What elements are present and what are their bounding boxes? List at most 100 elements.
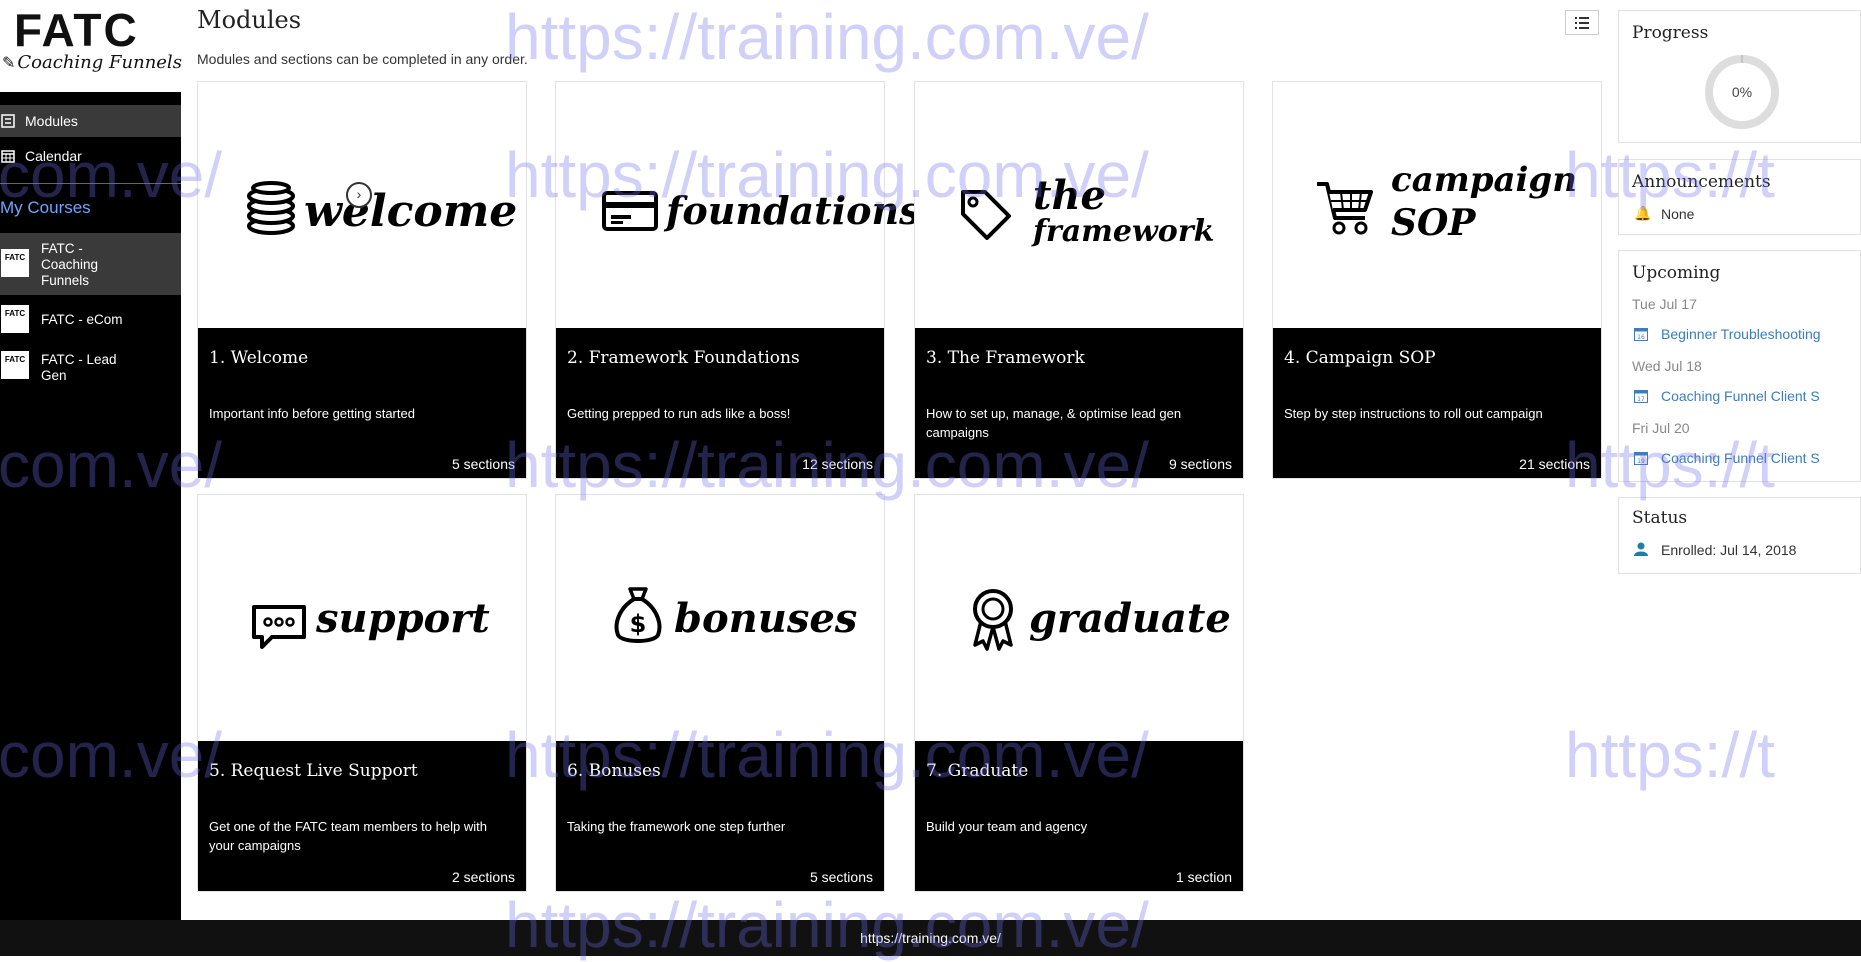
- module-card-graduate[interactable]: graduate 7. Graduate Build your team and…: [914, 494, 1244, 892]
- module-section-count: 21 sections: [1519, 456, 1590, 472]
- course-thumbnail: FATC: [1, 305, 29, 333]
- status-panel: Status Enrolled: Jul 14, 2018: [1618, 497, 1861, 574]
- pencil-icon: ✎: [2, 53, 16, 72]
- logo-subtitle-text: Coaching Funnels: [17, 52, 182, 73]
- user-icon: [1634, 542, 1648, 556]
- logo-wordmark: FATC: [14, 4, 139, 56]
- course-thumbnail: FATC: [1, 351, 29, 379]
- sidebar: FATC ✎ Coaching Funnels Modules Calendar …: [0, 0, 182, 920]
- sidebar-item-calendar[interactable]: Calendar: [0, 140, 181, 172]
- course-label: FATC - eCom: [41, 312, 123, 327]
- module-title: 2. Framework Foundations: [567, 348, 800, 368]
- module-section-count: 9 sections: [1168, 456, 1232, 472]
- module-banner: foundations: [556, 82, 921, 328]
- module-info: 1. Welcome Important info before getting…: [198, 328, 526, 478]
- sidebar-divider: [0, 183, 181, 184]
- progress-title: Progress: [1632, 23, 1709, 43]
- module-card-campaign-sop[interactable]: campaign SOP 4. Campaign SOP Step by ste…: [1272, 81, 1602, 479]
- banner-word-line2: SOP: [1391, 202, 1476, 244]
- module-description: Step by step instructions to roll out ca…: [1284, 406, 1543, 421]
- watermark: https://t: [1565, 719, 1775, 791]
- module-card-the-framework[interactable]: the framework 3. The Framework How to se…: [914, 81, 1244, 479]
- banner-word: support: [316, 595, 490, 642]
- tag-icon: [961, 190, 1011, 240]
- module-title: 7. Graduate: [926, 761, 1029, 781]
- next-arrow-icon[interactable]: ›: [346, 182, 372, 208]
- calendar-icon: 19: [1634, 452, 1648, 465]
- module-title: 5. Request Live Support: [209, 761, 418, 781]
- banner-word-line1: the: [1033, 172, 1107, 219]
- sidebar-item-label: Calendar: [25, 148, 82, 164]
- list-icon: [1575, 16, 1589, 29]
- calendar-icon: 16: [1634, 328, 1648, 341]
- sidebar-item-label: Modules: [25, 113, 78, 129]
- calendar-day: 16: [1637, 334, 1645, 341]
- banner-word: welcome: [304, 186, 518, 237]
- logo[interactable]: FATC ✎ Coaching Funnels: [0, 0, 182, 92]
- status-title: Status: [1632, 508, 1688, 528]
- module-info: 6. Bonuses Taking the framework one step…: [556, 741, 884, 891]
- award-ribbon-icon: [973, 589, 1013, 651]
- page-subtitle: Modules and sections can be completed in…: [197, 51, 528, 67]
- course-label: FATC - Coaching Funnels: [41, 241, 99, 288]
- module-info: 4. Campaign SOP Step by step instruction…: [1273, 328, 1601, 478]
- module-card-foundations[interactable]: foundations 2. Framework Foundations Get…: [555, 81, 921, 479]
- module-description: Getting prepped to run ads like a boss!: [567, 406, 791, 421]
- credit-card-icon: [602, 191, 658, 231]
- logo-subtitle: ✎ Coaching Funnels: [2, 52, 182, 73]
- module-title: 4. Campaign SOP: [1284, 348, 1436, 368]
- module-banner: campaign SOP: [1273, 82, 1601, 328]
- course-item-lead-gen[interactable]: FATC FATC - Lead Gen: [0, 348, 181, 384]
- status-text: Enrolled: Jul 14, 2018: [1661, 542, 1797, 558]
- bell-icon: 🔔: [1634, 205, 1652, 221]
- module-section-count: 2 sections: [451, 869, 515, 885]
- calendar-day: 17: [1637, 396, 1645, 403]
- module-section-count: 1 section: [1175, 869, 1232, 885]
- course-item-coaching-funnels[interactable]: FATC FATC - Coaching Funnels: [0, 233, 181, 295]
- module-banner: $ bonuses: [556, 495, 884, 741]
- money-bag-icon: $: [614, 587, 662, 643]
- sidebar-item-modules[interactable]: Modules: [0, 105, 181, 137]
- event-link[interactable]: Coaching Funnel Client S: [1661, 388, 1851, 404]
- module-info: 5. Request Live Support Get one of the F…: [198, 741, 526, 891]
- module-description: Get one of the FATC team members to help…: [209, 819, 487, 853]
- banner-word: bonuses: [674, 595, 858, 642]
- event-date: Wed Jul 18: [1632, 358, 1702, 374]
- module-card-welcome[interactable]: welcome › 1. Welcome Important info befo…: [197, 81, 527, 479]
- module-info: 7. Graduate Build your team and agency 1…: [915, 741, 1243, 891]
- coins-icon: [247, 181, 295, 235]
- banner-word: graduate: [1029, 595, 1231, 642]
- module-section-count: 5 sections: [451, 456, 515, 472]
- module-description: Taking the framework one step further: [567, 819, 786, 834]
- module-banner: support: [198, 495, 526, 741]
- module-banner: graduate: [915, 495, 1243, 741]
- page-title: Modules: [197, 6, 302, 34]
- watermark: https://training.com.ve/: [505, 1, 1149, 73]
- calendar-icon: [1, 150, 15, 163]
- module-card-bonuses[interactable]: $ bonuses 6. Bonuses Taking the framewor…: [555, 494, 885, 892]
- event-date: Fri Jul 20: [1632, 420, 1690, 436]
- announcements-panel: Announcements 🔔 None: [1618, 159, 1861, 235]
- module-info: 3. The Framework How to set up, manage, …: [915, 328, 1243, 478]
- module-title: 6. Bonuses: [567, 761, 661, 781]
- list-view-toggle[interactable]: [1565, 10, 1599, 35]
- event-link[interactable]: Coaching Funnel Client S: [1661, 450, 1851, 466]
- banner-word-line1: campaign: [1391, 160, 1577, 200]
- event-link[interactable]: Beginner Troubleshooting: [1661, 326, 1851, 342]
- course-thumbnail: FATC: [1, 249, 29, 277]
- my-courses-heading: My Courses: [0, 198, 91, 217]
- module-title: 1. Welcome: [209, 348, 309, 368]
- module-description: Important info before getting started: [209, 406, 415, 421]
- banner-word-line2: framework: [1033, 214, 1215, 249]
- course-label: FATC - Lead Gen: [41, 352, 117, 383]
- module-card-support[interactable]: support 5. Request Live Support Get one …: [197, 494, 527, 892]
- module-description: How to set up, manage, & optimise lead g…: [926, 406, 1182, 440]
- calendar-icon: 17: [1634, 390, 1648, 403]
- course-item-ecom[interactable]: FATC FATC - eCom: [0, 302, 181, 338]
- module-banner: the framework: [915, 82, 1243, 328]
- shopping-cart-icon: [1317, 182, 1373, 235]
- modules-icon: [1, 114, 15, 128]
- footer-url[interactable]: https://training.com.ve/: [0, 920, 1861, 956]
- module-section-count: 5 sections: [809, 869, 873, 885]
- module-description: Build your team and agency: [926, 819, 1088, 834]
